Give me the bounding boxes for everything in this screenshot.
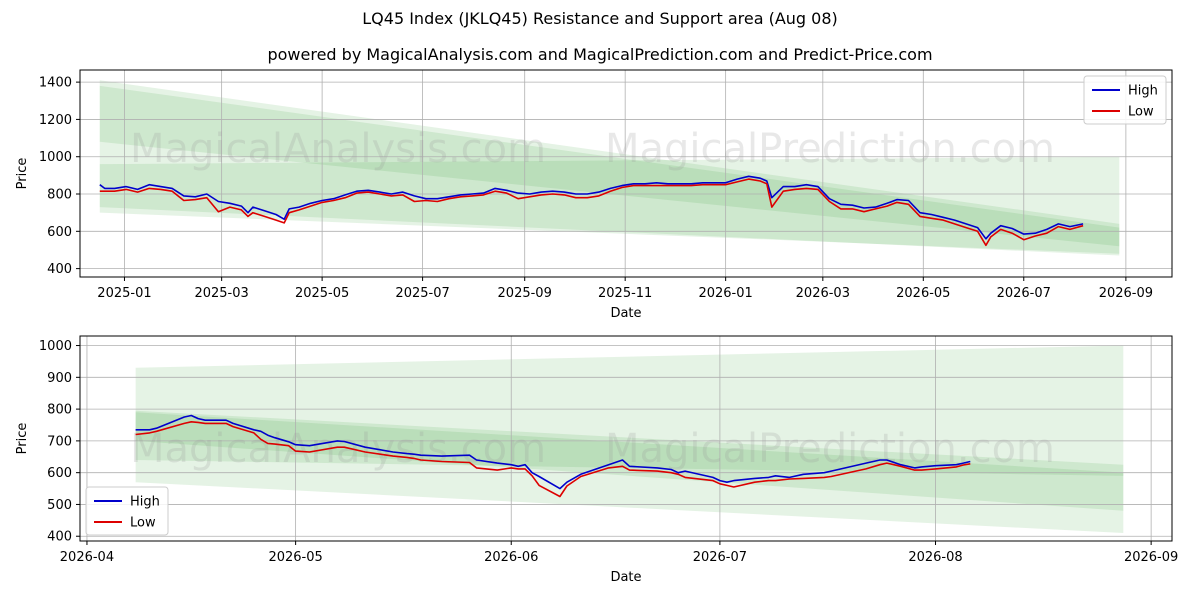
y-tick-label: 800 [47, 188, 72, 203]
legend: High Low [1083, 75, 1167, 125]
x-tick-label: 2026-06 [484, 550, 538, 565]
legend-label-high: High [1128, 84, 1158, 99]
plot-panel-1: MagicalAnalysis.com MagicalPrediction.com… [15, 69, 1173, 321]
x-tick-label: 2025-05 [295, 286, 349, 301]
y-tick-label: 600 [47, 466, 72, 481]
legend-label-high: High [130, 495, 160, 510]
plot-panel-2: MagicalAnalysis.com MagicalPrediction.com… [15, 335, 1178, 585]
x-tick-label: 2025-07 [395, 286, 449, 301]
x-tick-label: 2026-07 [693, 550, 747, 565]
y-tick-label: 1200 [39, 113, 72, 128]
watermark-text: MagicalPrediction.com [605, 126, 1055, 172]
y-tick-label: 1400 [39, 76, 72, 91]
x-tick-label: 2025-01 [97, 286, 151, 301]
y-axis-title: Price [15, 423, 30, 455]
y-tick-label: 800 [47, 403, 72, 418]
y-tick-label: 600 [47, 225, 72, 240]
y-tick-label: 400 [47, 530, 72, 545]
x-tick-label: 2025-09 [498, 286, 552, 301]
x-axis-title: Date [610, 570, 641, 585]
y-tick-label: 1000 [39, 339, 72, 354]
x-tick-label: 2026-09 [1099, 286, 1153, 301]
x-tick-label: 2025-03 [194, 286, 248, 301]
x-tick-label: 2026-09 [1124, 550, 1178, 565]
y-tick-label: 500 [47, 498, 72, 513]
legend: High Low [85, 486, 169, 536]
chart-canvas: MagicalAnalysis.com MagicalPrediction.com… [15, 69, 1178, 585]
y-tick-label: 400 [47, 262, 72, 277]
y-tick-label: 1000 [39, 150, 72, 165]
x-tick-label: 2026-08 [908, 550, 962, 565]
x-tick-label: 2026-05 [896, 286, 950, 301]
y-tick-label: 900 [47, 371, 72, 386]
x-tick-label: 2026-04 [60, 550, 114, 565]
watermark-text: MagicalAnalysis.com [130, 126, 546, 172]
x-tick-label: 2026-07 [997, 286, 1051, 301]
x-tick-label: 2026-01 [698, 286, 752, 301]
y-tick-label: 700 [47, 434, 72, 449]
x-tick-label: 2026-03 [796, 286, 850, 301]
x-tick-label: 2026-05 [268, 550, 322, 565]
watermark-text: MagicalAnalysis.com [130, 426, 546, 472]
legend-label-low: Low [1128, 105, 1154, 120]
y-axis-title: Price [15, 158, 30, 190]
watermark-text: MagicalPrediction.com [605, 426, 1055, 472]
x-axis-title: Date [610, 306, 641, 321]
x-tick-label: 2025-11 [598, 286, 652, 301]
legend-label-low: Low [130, 516, 156, 531]
